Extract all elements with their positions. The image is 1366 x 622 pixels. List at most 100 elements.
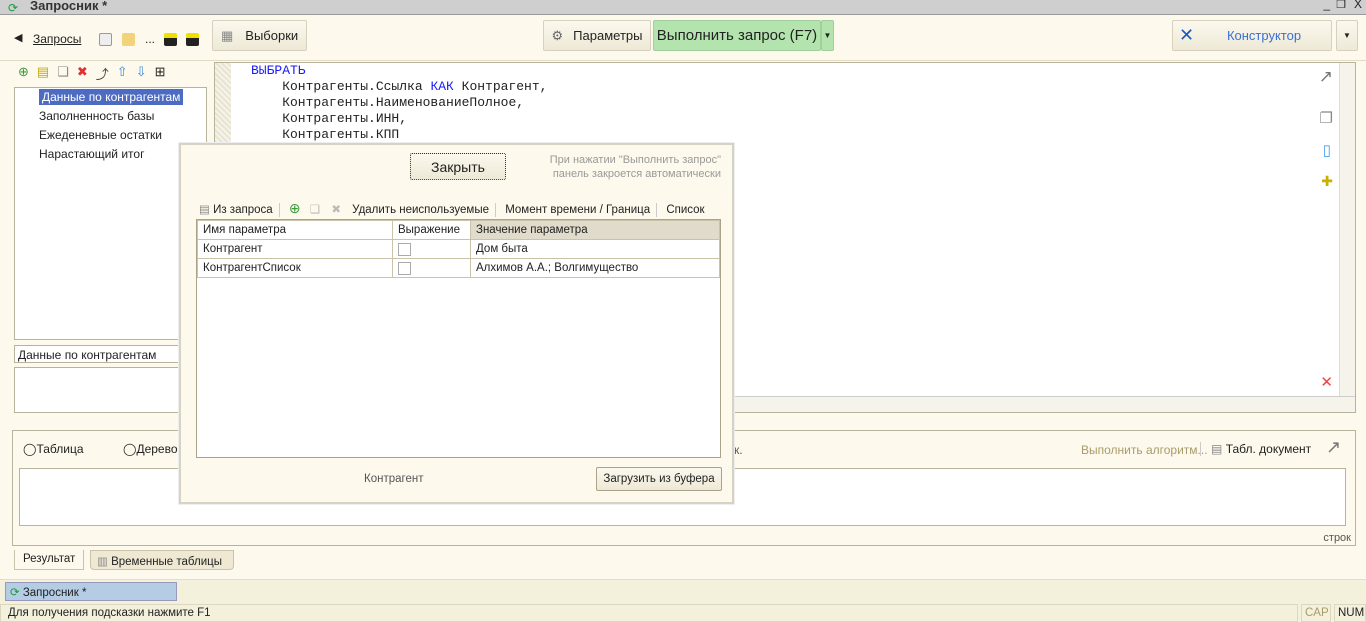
constructor-label: Конструктор (1226, 28, 1302, 43)
spreadsheet-button[interactable]: ▤ Табл. документ (1211, 442, 1311, 456)
run-query-button[interactable]: Выполнить запрос (F7) (653, 20, 821, 51)
clear-icon[interactable]: ✕ (1320, 373, 1333, 391)
parameters-label: Параметры (573, 28, 643, 43)
moment-boundary-button[interactable]: Момент времени / Граница (505, 204, 650, 216)
run-dropdown-button[interactable]: ▼ (821, 20, 834, 51)
spreadsheet-label: Табл. документ (1225, 442, 1312, 456)
document-icon[interactable]: ▯ (1323, 141, 1331, 159)
back-link[interactable]: Запросы (33, 32, 81, 46)
tree-item[interactable]: Данные по контрагентам (15, 88, 206, 107)
add-group-icon[interactable]: ▤ (37, 64, 49, 83)
add-icon[interactable]: ⊕ (18, 64, 29, 83)
back-arrow-icon[interactable]: ◀ (14, 31, 22, 44)
expand-arrow-icon[interactable]: ↗ (1326, 437, 1341, 458)
tree-item[interactable]: Ежеденевные остатки (15, 126, 206, 145)
close-window-button[interactable]: X (1354, 0, 1362, 11)
note-line: панель закроется автоматически (552, 168, 721, 180)
delete-unused-button[interactable]: Удалить неиспользуемые (352, 204, 489, 216)
delete-param-icon[interactable]: ✖ (331, 204, 341, 216)
refresh-icon: ⟳ (10, 587, 20, 599)
param-name: Контрагент (197, 239, 393, 259)
taskbar-item-label: Запросник * (22, 587, 87, 599)
copy-param-icon[interactable]: ❏ (310, 204, 320, 216)
auto-close-note: При нажатии "Выполнить запрос" панель зак… (521, 153, 721, 181)
code-line: ВЫБРАТЬ (251, 63, 306, 78)
move-down-icon[interactable]: ⇩ (136, 64, 147, 83)
delete-icon[interactable]: ✖ (77, 64, 88, 83)
expand-icon[interactable]: ⊞ (155, 64, 166, 83)
radio-tree[interactable]: ◯Дерево (123, 442, 178, 456)
copy-doc-icon[interactable]: ❐ (1320, 109, 1333, 127)
vertical-scrollbar[interactable] (1339, 63, 1355, 397)
add-param-icon[interactable]: ⊕ (289, 200, 301, 216)
table-row[interactable]: Контрагент Дом быта (197, 239, 720, 259)
tab-temp-tables[interactable]: ▥ Временные таблицы (90, 550, 234, 570)
num-indicator: NUM (1334, 604, 1366, 622)
tree-item[interactable]: Заполненность базы (15, 107, 206, 126)
refresh-icon: ⟳ (8, 1, 19, 15)
parameters-popup: Закрыть При нажатии "Выполнить запрос" па… (179, 143, 734, 504)
table-row[interactable]: КонтрагентСписок Алхимов А.А.; Волгимущес… (197, 258, 720, 278)
constructor-button[interactable]: ✕ Конструктор (1172, 20, 1332, 51)
param-name: КонтрагентСписок (197, 258, 393, 278)
expression-checkbox[interactable] (398, 261, 411, 275)
radio-table-label: Таблица (36, 442, 84, 456)
parameters-button[interactable]: ⚙ Параметры (543, 20, 651, 51)
code-line: Контрагенты.НаименованиеПолное, (251, 95, 525, 110)
samples-button[interactable]: ▦ Выборки (212, 20, 307, 51)
column-header[interactable]: Выражение (392, 220, 471, 240)
list-button[interactable]: Список (666, 204, 704, 216)
radio-tree-label: Дерево (136, 442, 178, 456)
param-value[interactable]: Дом быта (470, 239, 720, 259)
load-from-buffer-button[interactable]: Загрузить из буфера (596, 467, 722, 491)
move-to-group-icon[interactable]: ⤴ (96, 64, 109, 83)
from-query-label: Из запроса (213, 204, 273, 216)
from-query-icon: ▤ (199, 204, 210, 216)
restore-button[interactable]: ❐ (1336, 0, 1346, 11)
parameters-table[interactable]: Имя параметра Выражение Значение параметра… (196, 219, 721, 458)
copy-icon[interactable]: ❏ (57, 64, 69, 83)
column-header[interactable]: Значение параметра (470, 220, 720, 240)
code-line: Контрагенты.КПП (251, 127, 400, 142)
status-hint: Для получения подсказки нажмите F1 (0, 604, 1298, 622)
minimize-button[interactable]: _ (1323, 0, 1330, 11)
tools-icon: ✕ (1179, 25, 1195, 45)
tab-result[interactable]: Результат (14, 550, 84, 570)
radio-table[interactable]: ◯Таблица (23, 442, 84, 456)
save-as-icon[interactable] (186, 33, 199, 46)
column-header[interactable]: Имя параметра (197, 220, 393, 240)
title-bar: ⟳ Запросник * _ ❐ X (0, 0, 1366, 15)
taskbar-item[interactable]: ⟳ Запросник * (5, 582, 177, 601)
divider (0, 60, 1366, 61)
param-value[interactable]: Алхимов А.А.; Волгимущество (470, 258, 720, 278)
open-folder-icon[interactable] (122, 33, 135, 46)
rows-count-label: строк (1323, 532, 1351, 544)
more-button[interactable]: ... (145, 32, 155, 46)
current-param-label: Контрагент (364, 473, 424, 485)
run-algorithm-button[interactable]: Выполнить алгоритм... (1081, 443, 1208, 457)
partially-hidden-text: к. (734, 443, 743, 457)
table-icon: ▦ (221, 27, 234, 43)
tree-item-label: Данные по контрагентам (39, 89, 184, 105)
tab-temp-tables-label: Временные таблицы (111, 556, 222, 568)
close-popup-button[interactable]: Закрыть (410, 153, 506, 180)
new-query-icon[interactable] (99, 33, 112, 46)
window-title: Запросник * (30, 0, 108, 13)
constructor-dropdown-button[interactable]: ▼ (1336, 20, 1358, 51)
magic-wand-icon[interactable]: ✚ (1321, 173, 1333, 190)
expand-arrow-icon[interactable]: ↗ (1319, 67, 1333, 87)
code-line: Контрагенты.ИНН, (251, 111, 408, 126)
caps-indicator: CAP (1301, 604, 1331, 622)
from-query-button[interactable]: ▤ Из запроса (199, 204, 273, 216)
move-up-icon[interactable]: ⇧ (117, 64, 128, 83)
note-line: При нажатии "Выполнить запрос" (549, 154, 721, 166)
code-line: Контрагенты.Ссылка КАК Контрагент, (251, 79, 548, 94)
save-icon[interactable] (164, 33, 177, 46)
query-comment-input[interactable] (14, 367, 194, 413)
gear-icon: ⚙ (551, 27, 564, 43)
tree-item[interactable]: Нарастающий итог (15, 145, 206, 164)
expression-checkbox[interactable] (398, 242, 411, 256)
spreadsheet-icon: ▤ (1211, 442, 1223, 456)
query-name-input[interactable]: Данные по контрагентам (14, 345, 194, 363)
table-icon: ▥ (97, 556, 108, 568)
